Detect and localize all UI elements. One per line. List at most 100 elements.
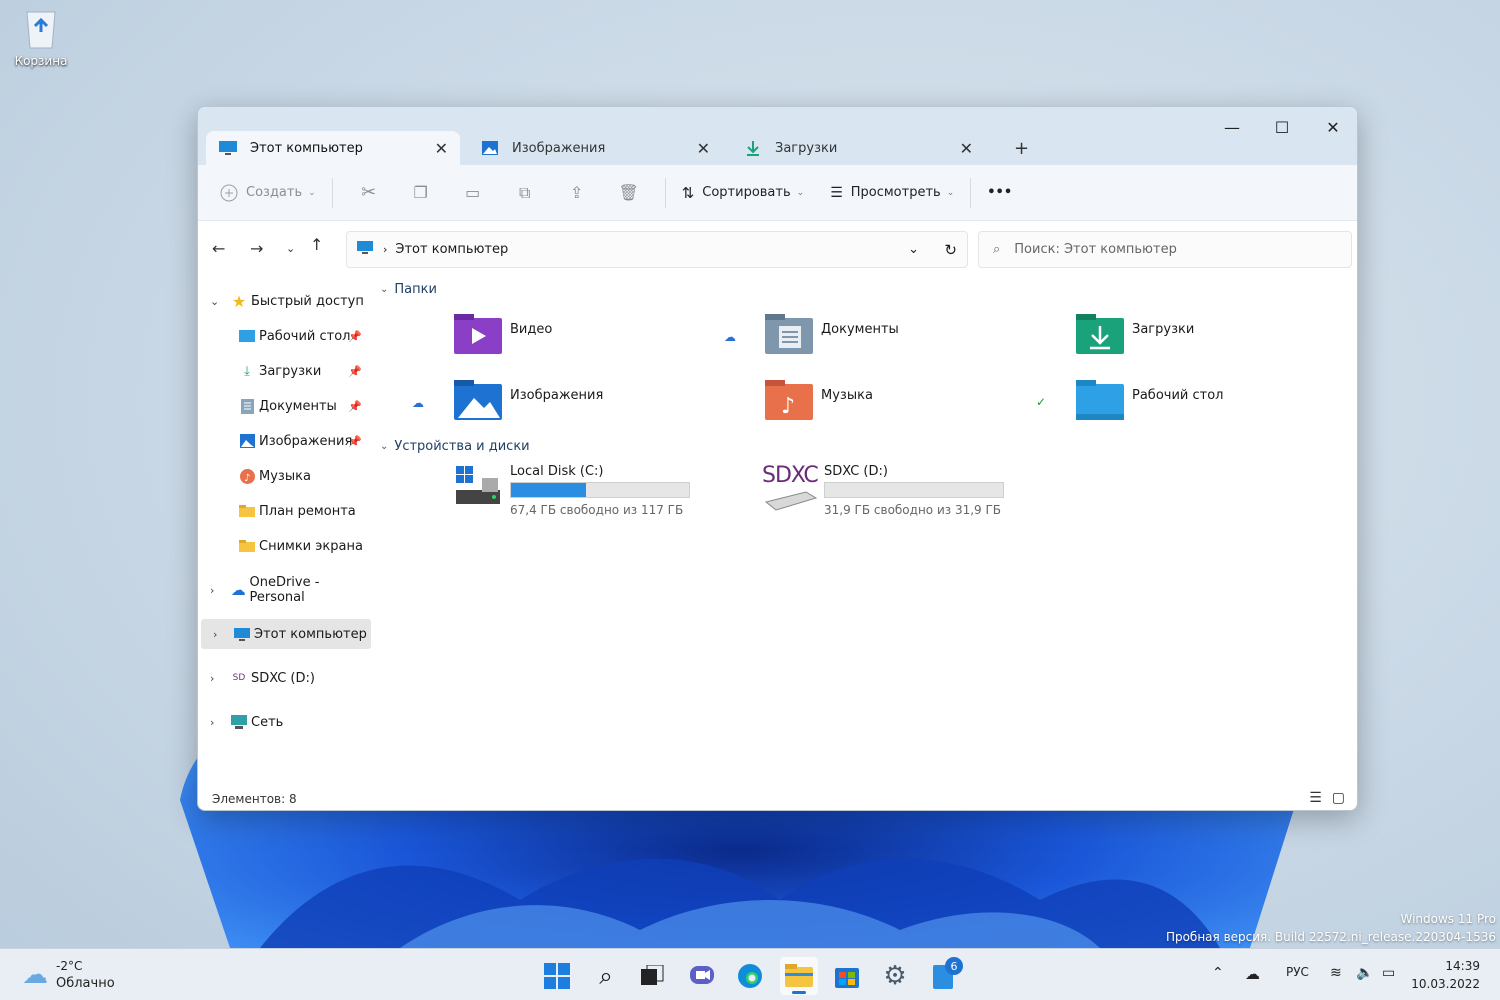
- rename-button[interactable]: ⧉: [499, 175, 551, 211]
- view-switcher: ☰ ▢: [1309, 790, 1345, 806]
- wifi-icon[interactable]: ≋: [1330, 965, 1342, 981]
- copy-button[interactable]: ❐: [395, 175, 447, 211]
- minimize-button[interactable]: —: [1214, 113, 1250, 141]
- folder-documents[interactable]: Документы: [765, 314, 899, 354]
- chevron-right-icon[interactable]: ›: [210, 584, 214, 597]
- devices-group-header[interactable]: ⌄ Устройства и диски: [380, 439, 530, 454]
- close-tab-icon[interactable]: ✕: [697, 139, 710, 158]
- close-tab-icon[interactable]: ✕: [435, 139, 448, 158]
- sidebar-item-music[interactable]: ♪ Музыка: [198, 461, 368, 491]
- sidebar-item-network[interactable]: › Сеть: [198, 707, 368, 737]
- tab-images[interactable]: Изображения ✕: [468, 131, 722, 165]
- sidebar-item-onedrive[interactable]: › ☁ OneDrive - Personal: [198, 575, 368, 605]
- close-window-button[interactable]: ✕: [1315, 113, 1351, 141]
- notes-app-icon[interactable]: 6: [925, 957, 963, 995]
- copy-icon: ❐: [413, 183, 428, 202]
- documents-folder-icon: [765, 314, 813, 354]
- document-icon: [238, 398, 256, 414]
- sort-icon: ⇅: [681, 183, 695, 202]
- task-view-icon[interactable]: [634, 957, 672, 995]
- sidebar-item-downloads[interactable]: ⤓ Загрузки 📌: [198, 356, 368, 386]
- drive-c[interactable]: Local Disk (C:) 67,4 ГБ свободно из 117 …: [454, 464, 690, 517]
- search-icon[interactable]: ⌕: [587, 957, 625, 995]
- folder-downloads[interactable]: Загрузки: [1076, 314, 1194, 354]
- volume-icon[interactable]: 🔈: [1356, 965, 1373, 981]
- active-indicator: [792, 991, 806, 994]
- group-label: Папки: [394, 282, 437, 297]
- search-input[interactable]: ⌕ Поиск: Этот компьютер: [978, 231, 1352, 268]
- storage-bar: [510, 482, 690, 498]
- chevron-down-icon[interactable]: ⌄: [908, 242, 919, 257]
- more-options-button[interactable]: •••: [981, 175, 1018, 211]
- folders-group-header[interactable]: ⌄ Папки: [380, 282, 437, 297]
- maximize-button[interactable]: ☐: [1264, 113, 1300, 141]
- folder-video[interactable]: Видео: [454, 314, 552, 354]
- file-explorer-window: Этот компьютер ✕ Изображения ✕ Загрузки …: [197, 106, 1358, 811]
- share-button[interactable]: ⇪: [551, 175, 603, 211]
- up-arrow-icon[interactable]: ↑: [310, 235, 323, 254]
- chevron-right-icon[interactable]: ›: [213, 628, 217, 641]
- new-tab-button[interactable]: +: [1006, 131, 1036, 165]
- sidebar-item-documents[interactable]: Документы 📌: [198, 391, 368, 421]
- sidebar-item-images[interactable]: Изображения 📌: [198, 426, 368, 456]
- chevron-right-icon[interactable]: ›: [210, 716, 214, 729]
- recycle-bin-shortcut[interactable]: Корзина: [8, 6, 74, 68]
- pin-icon[interactable]: 📌: [348, 365, 362, 378]
- start-button[interactable]: [538, 957, 576, 995]
- store-icon[interactable]: [828, 957, 866, 995]
- folder-label: Рабочий стол: [1132, 388, 1224, 403]
- view-button[interactable]: ☰ Просмотреть ⌄: [824, 175, 960, 211]
- language-indicator[interactable]: РУС: [1286, 965, 1309, 979]
- tiles-view-icon[interactable]: ▢: [1332, 790, 1345, 806]
- chat-icon[interactable]: [683, 957, 721, 995]
- create-button[interactable]: Создать ⌄: [214, 175, 322, 211]
- drive-free-space: 67,4 ГБ свободно из 117 ГБ: [510, 503, 684, 517]
- paste-button[interactable]: ▭: [447, 175, 499, 211]
- close-tab-icon[interactable]: ✕: [960, 139, 973, 158]
- sidebar-item-renovation-plan[interactable]: План ремонта: [198, 496, 368, 526]
- status-bar-count: Элементов: 8: [212, 792, 297, 806]
- drive-d[interactable]: SDXC SDXC (D:) 31,9 ГБ свободно из 31,9 …: [762, 464, 1004, 517]
- clock[interactable]: 14:39 10.03.2022: [1411, 957, 1480, 993]
- address-bar[interactable]: › Этот компьютер ⌄ ↻: [346, 231, 968, 268]
- edge-browser-icon[interactable]: [731, 957, 769, 995]
- forward-arrow-icon[interactable]: →: [250, 239, 263, 258]
- tab-this-pc[interactable]: Этот компьютер ✕: [206, 131, 460, 165]
- recent-chevron-icon[interactable]: ⌄: [286, 242, 295, 255]
- sidebar-item-quick-access[interactable]: ⌄ ★ Быстрый доступ: [198, 286, 368, 316]
- sd-card-icon: SDXC: [762, 464, 819, 514]
- file-explorer-icon[interactable]: [780, 957, 818, 995]
- content-pane: ⌄ Папки Видео ☁ Документы Загрузки ☁ Изо…: [378, 274, 1357, 774]
- chevron-up-icon[interactable]: ⌃: [1212, 965, 1224, 981]
- chevron-down-icon[interactable]: ⌄: [210, 295, 219, 308]
- sidebar-label: SDXC (D:): [251, 670, 315, 686]
- weather-widget[interactable]: ☁ -2°C Облачно: [22, 957, 115, 993]
- folder-images[interactable]: Изображения: [454, 380, 603, 420]
- sidebar-label: Этот компьютер: [254, 626, 367, 642]
- refresh-icon[interactable]: ↻: [944, 241, 957, 259]
- details-view-icon[interactable]: ☰: [1309, 790, 1322, 806]
- battery-icon[interactable]: ▭: [1382, 965, 1395, 981]
- clock-date: 10.03.2022: [1411, 977, 1480, 991]
- cloud-sync-icon: ☁: [412, 396, 424, 410]
- folder-music[interactable]: ♪ Музыка: [765, 380, 873, 420]
- pin-icon[interactable]: 📌: [348, 435, 362, 448]
- back-arrow-icon[interactable]: ←: [212, 239, 225, 258]
- sidebar-item-desktop[interactable]: Рабочий стол 📌: [198, 321, 368, 351]
- pin-icon[interactable]: 📌: [348, 330, 362, 343]
- sidebar-item-sdxc[interactable]: › SD SDXC (D:): [198, 663, 368, 693]
- folder-label: Музыка: [821, 388, 873, 403]
- delete-button[interactable]: 🗑: [603, 175, 655, 211]
- view-label: Просмотреть: [850, 185, 941, 200]
- chevron-down-icon: ⌄: [380, 284, 389, 295]
- sidebar-item-screenshots[interactable]: Снимки экрана: [198, 531, 368, 561]
- settings-gear-icon[interactable]: ⚙: [876, 957, 914, 995]
- chevron-right-icon[interactable]: ›: [210, 672, 214, 685]
- pin-icon[interactable]: 📌: [348, 400, 362, 413]
- sidebar-item-this-pc[interactable]: › Этот компьютер: [201, 619, 371, 649]
- tab-downloads[interactable]: Загрузки ✕: [731, 131, 985, 165]
- cut-button[interactable]: ✂: [343, 175, 395, 211]
- folder-desktop[interactable]: Рабочий стол: [1076, 380, 1223, 420]
- onedrive-cloud-icon[interactable]: ☁: [1245, 965, 1260, 983]
- sort-button[interactable]: ⇅ Сортировать ⌄: [676, 175, 811, 211]
